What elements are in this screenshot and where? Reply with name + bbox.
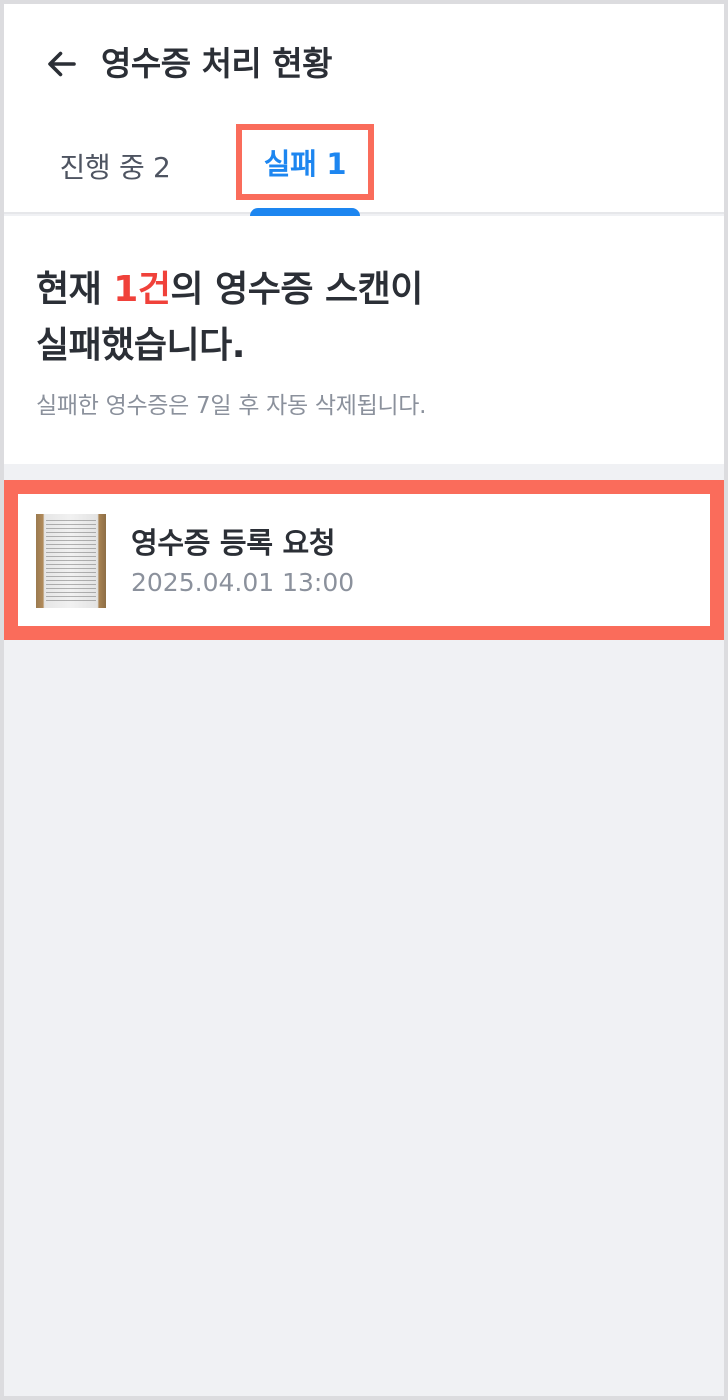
tab-bar: 진행 중 2 실패 1 <box>4 120 724 214</box>
page-title: 영수증 처리 현황 <box>101 44 333 83</box>
receipt-thumbnail <box>36 514 106 608</box>
receipt-thumbnail-text-lines <box>46 520 96 604</box>
back-button[interactable] <box>40 42 84 86</box>
screen: 영수증 처리 현황 진행 중 2 실패 1 현재 1건의 영수증 스캔이 실패했… <box>0 0 728 1400</box>
tab-failed[interactable]: 실패 1 <box>236 120 374 212</box>
tab-in-progress[interactable]: 진행 중 2 <box>48 120 182 212</box>
failure-summary: 현재 1건의 영수증 스캔이 실패했습니다. 실패한 영수증은 7일 후 자동 … <box>4 216 724 464</box>
receipt-item-title: 영수증 등록 요청 <box>131 526 336 560</box>
arrow-left-icon <box>48 51 76 77</box>
receipt-item-date: 2025.04.01 13:00 <box>131 568 355 597</box>
active-tab-indicator <box>250 208 360 216</box>
tab-failed-label: 실패 1 <box>236 124 374 200</box>
tab-in-progress-label: 진행 중 2 <box>59 151 171 184</box>
summary-heading-suffix: 의 영수증 스캔이 <box>170 269 423 310</box>
summary-heading-line2: 실패했습니다. <box>36 325 245 366</box>
failed-count: 1건 <box>113 269 171 310</box>
summary-heading-prefix: 현재 <box>36 269 114 310</box>
failed-receipt-item[interactable]: 영수증 등록 요청 2025.04.01 13:00 <box>4 480 724 640</box>
summary-heading: 현재 1건의 영수증 스캔이 실패했습니다. <box>36 262 676 374</box>
auto-delete-notice: 실패한 영수증은 7일 후 자동 삭제됩니다. <box>36 393 427 419</box>
app-header: 영수증 처리 현황 <box>4 4 724 120</box>
